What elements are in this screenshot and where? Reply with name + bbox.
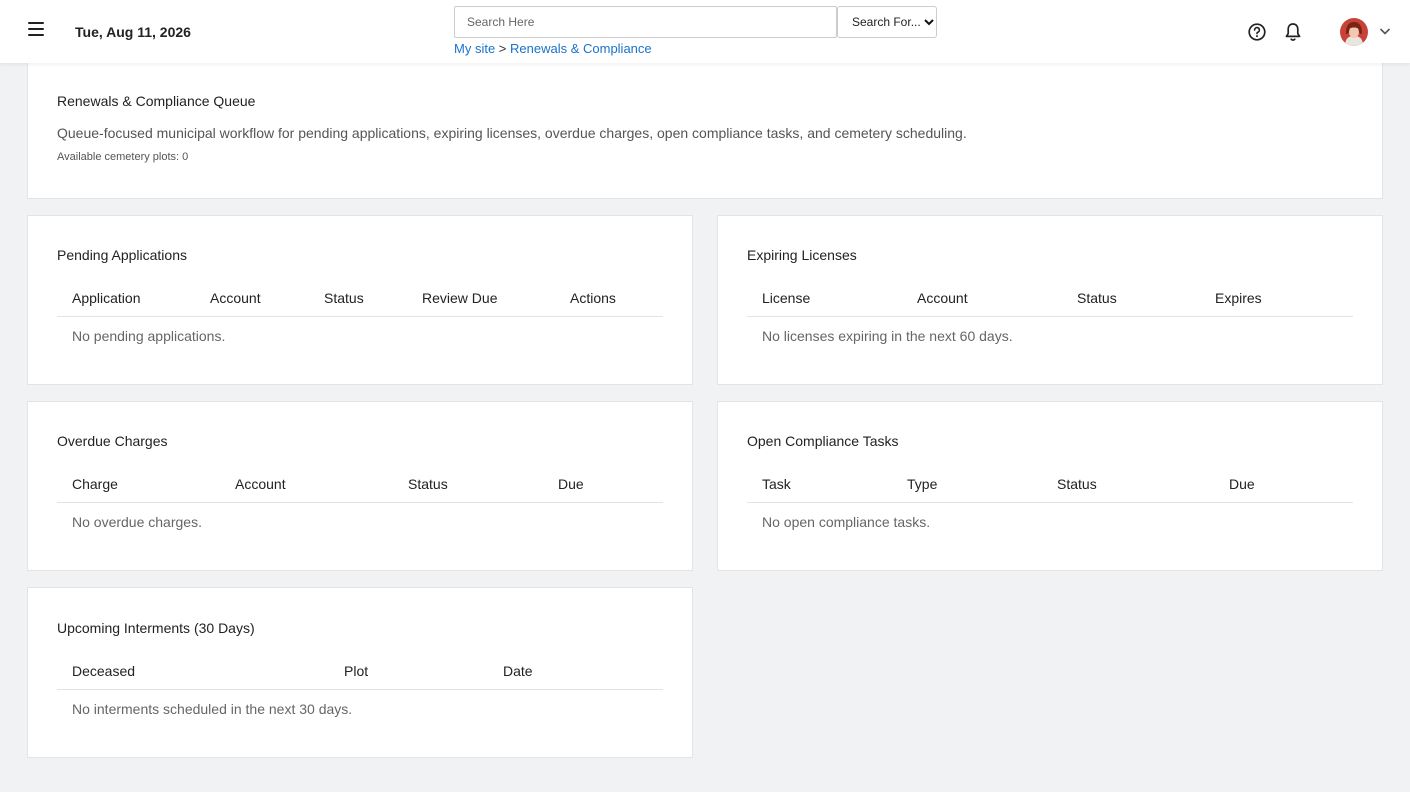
table-header: Task Type Status Due	[747, 462, 1353, 503]
top-bar: Tue, Aug 11, 2026 Search For... My site …	[0, 0, 1410, 63]
card-title: Open Compliance Tasks	[747, 433, 899, 449]
column-header[interactable]: Status	[408, 476, 448, 492]
column-header[interactable]: Plot	[344, 663, 368, 679]
table-header: Charge Account Status Due	[57, 462, 663, 503]
help-circle-icon[interactable]	[1248, 23, 1266, 41]
column-header[interactable]: Status	[1057, 476, 1097, 492]
interments-table: Deceased Plot Date No interments schedul…	[57, 649, 663, 717]
empty-state-message: No licenses expiring in the next 60 days…	[762, 328, 1013, 344]
breadcrumb-home-link[interactable]: My site	[454, 41, 495, 56]
upcoming-interments-card: Upcoming Interments (30 Days) Deceased P…	[27, 587, 693, 758]
column-header[interactable]: Account	[235, 476, 286, 492]
pending-applications-card: Pending Applications Application Account…	[27, 215, 693, 385]
expiring-licenses-table: License Account Status Expires No licens…	[747, 276, 1353, 344]
column-header[interactable]: Due	[558, 476, 584, 492]
column-header[interactable]: Account	[917, 290, 968, 306]
overdue-charges-table: Charge Account Status Due No overdue cha…	[57, 462, 663, 530]
card-title: Overdue Charges	[57, 433, 168, 449]
overdue-charges-card: Overdue Charges Charge Account Status Du…	[27, 401, 693, 571]
column-header[interactable]: Charge	[72, 476, 118, 492]
table-header: Application Account Status Review Due Ac…	[57, 276, 663, 317]
empty-state-message: No interments scheduled in the next 30 d…	[72, 701, 353, 717]
column-header[interactable]: Task	[762, 476, 791, 492]
queue-intro-card: Renewals & Compliance Queue Queue-focuse…	[27, 63, 1383, 199]
search-for-select[interactable]: Search For...	[837, 6, 937, 38]
empty-state-message: No overdue charges.	[72, 514, 202, 530]
avatar[interactable]	[1340, 18, 1368, 46]
column-header[interactable]: Status	[1077, 290, 1117, 306]
expiring-licenses-card: Expiring Licenses License Account Status…	[717, 215, 1383, 385]
table-header: License Account Status Expires	[747, 276, 1353, 317]
empty-state-message: No open compliance tasks.	[762, 514, 931, 530]
chevron-down-icon	[924, 19, 934, 26]
avatar-image	[1340, 18, 1368, 46]
table-header: Deceased Plot Date	[57, 649, 663, 690]
cemetery-plots-count: Available cemetery plots: 0	[57, 151, 189, 163]
column-header[interactable]: Status	[324, 290, 364, 306]
column-header[interactable]: Deceased	[72, 663, 135, 679]
column-header[interactable]: Account	[210, 290, 261, 306]
card-title: Upcoming Interments (30 Days)	[57, 620, 255, 636]
empty-state-message: No pending applications.	[72, 328, 226, 344]
column-header[interactable]: Date	[503, 663, 533, 679]
current-date: Tue, Aug 11, 2026	[75, 24, 191, 40]
compliance-tasks-table: Task Type Status Due No open compliance …	[747, 462, 1353, 530]
bell-icon[interactable]	[1284, 22, 1302, 42]
pending-applications-table: Application Account Status Review Due Ac…	[57, 276, 663, 344]
breadcrumb-separator: >	[498, 41, 507, 56]
chevron-down-icon[interactable]	[1379, 26, 1391, 36]
column-header[interactable]: Expires	[1215, 290, 1262, 306]
card-title: Pending Applications	[57, 247, 187, 263]
column-header[interactable]: Application	[72, 290, 141, 306]
page-description: Queue-focused municipal workflow for pen…	[57, 125, 967, 141]
search-input[interactable]	[454, 6, 837, 38]
column-header[interactable]: License	[762, 290, 810, 306]
search-select-value: Search For...	[852, 15, 921, 29]
hamburger-icon[interactable]	[26, 22, 46, 42]
breadcrumb: My site > Renewals & Compliance	[454, 41, 652, 56]
open-compliance-tasks-card: Open Compliance Tasks Task Type Status D…	[717, 401, 1383, 571]
column-header[interactable]: Type	[907, 476, 937, 492]
column-header[interactable]: Review Due	[422, 290, 497, 306]
breadcrumb-current-link[interactable]: Renewals & Compliance	[510, 41, 652, 56]
card-title: Expiring Licenses	[747, 247, 857, 263]
page-title: Renewals & Compliance Queue	[57, 93, 256, 109]
column-header[interactable]: Due	[1229, 476, 1255, 492]
column-header[interactable]: Actions	[570, 290, 616, 306]
